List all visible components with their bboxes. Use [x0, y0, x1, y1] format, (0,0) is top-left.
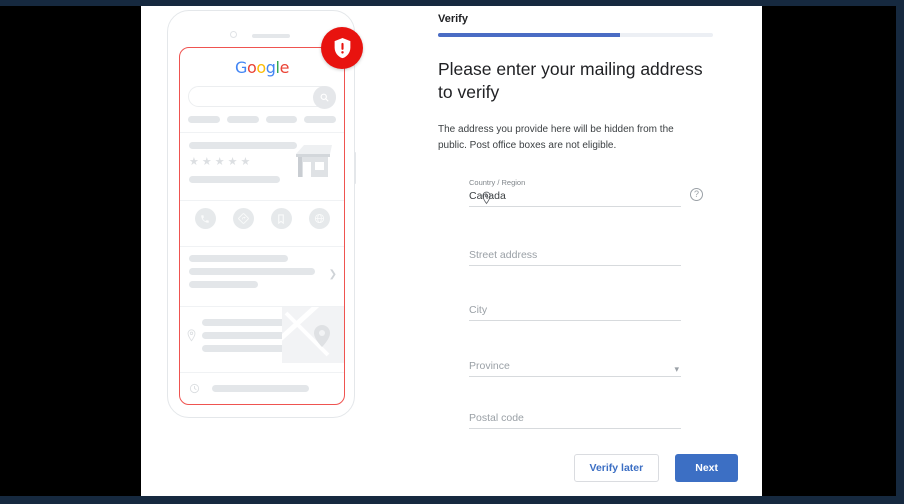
verify-later-button[interactable]: Verify later — [573, 454, 660, 482]
field-underline — [469, 428, 681, 429]
field-postal-code[interactable]: Postal code — [469, 412, 681, 429]
mock-subtitle-bar — [189, 176, 280, 183]
logo-letter-g1: G — [234, 58, 247, 77]
star-icon: ★ — [201, 156, 212, 168]
star-icon: ★ — [214, 156, 225, 168]
phone-volume-button — [354, 152, 356, 184]
mock-chip — [188, 116, 220, 123]
phone-speaker-slot — [252, 34, 290, 38]
form-action-buttons: Verify later Next — [573, 454, 738, 482]
mock-chip — [265, 116, 298, 123]
tab-verify[interactable]: Verify — [438, 13, 468, 25]
mock-chip — [304, 116, 336, 123]
mock-line — [189, 268, 315, 275]
location-pin-icon — [481, 191, 492, 210]
field-label-country-region: Country / Region — [469, 178, 526, 187]
storefront-icon — [290, 139, 336, 179]
field-underline — [469, 265, 681, 266]
star-icon: ★ — [189, 156, 199, 168]
logo-letter-o2: o — [256, 58, 266, 77]
field-placeholder-province: Province — [469, 360, 510, 372]
save-icon — [270, 208, 292, 229]
mock-search-bar — [188, 86, 336, 109]
next-button[interactable]: Next — [675, 454, 738, 482]
phone-screen: Google ★ ★ ★ ★ ★ ❯ — [179, 47, 345, 405]
app-canvas: Google ★ ★ ★ ★ ★ ❯ Verify Please enter y… — [141, 6, 762, 496]
field-country-region[interactable]: Country / Region Canada ? — [469, 178, 703, 210]
phone-camera-dot — [230, 31, 237, 38]
field-underline — [469, 206, 681, 207]
logo-letter-o1: o — [246, 58, 257, 77]
mock-action-icon-row — [180, 201, 344, 237]
star-icon: ★ — [227, 156, 238, 168]
phone-icon — [194, 208, 216, 229]
field-placeholder-postal-code: Postal code — [469, 412, 524, 424]
phone-mockup: Google ★ ★ ★ ★ ★ ❯ — [167, 10, 355, 418]
location-pin-icon — [180, 307, 202, 363]
search-icon — [313, 86, 336, 109]
field-underline — [469, 320, 681, 321]
page-description: The address you provide here will be hid… — [438, 124, 674, 151]
google-logo: Google — [180, 58, 344, 77]
field-street-address[interactable]: Street address — [469, 249, 681, 266]
mock-address-row — [180, 307, 344, 363]
logo-letter-e: e — [279, 58, 290, 77]
logo-letter-g2: g — [265, 58, 276, 77]
chevron-right-icon: ❯ — [328, 269, 337, 280]
chevron-down-icon[interactable]: ▾ — [674, 364, 679, 375]
field-underline — [469, 376, 681, 377]
field-placeholder-street-address: Street address — [469, 249, 538, 261]
mock-title-bar — [189, 142, 298, 149]
mock-chip — [226, 116, 259, 123]
mock-line — [212, 385, 309, 392]
field-placeholder-city: City — [469, 304, 488, 316]
mock-line — [189, 281, 258, 288]
shield-alert-icon — [321, 27, 363, 69]
mock-hours-row — [180, 373, 344, 404]
verify-form-pane: Verify Please enter your mailing address… — [433, 6, 762, 496]
field-city[interactable]: City — [469, 304, 681, 321]
page-title: Please enter your mailing address to ver… — [438, 59, 703, 103]
clock-icon — [189, 383, 209, 394]
directions-icon — [232, 208, 254, 229]
field-province[interactable]: Province ▾ — [469, 360, 681, 377]
progress-bar-fill — [438, 33, 620, 37]
mock-business-card: ★ ★ ★ ★ ★ — [180, 133, 344, 191]
mock-line — [189, 255, 289, 262]
mock-map-thumbnail — [282, 307, 344, 363]
field-value-country-region[interactable]: Canada — [469, 190, 681, 206]
mock-chip-row — [188, 116, 336, 123]
website-icon — [308, 208, 330, 229]
mock-detail-card: ❯ — [180, 247, 344, 297]
illustration-pane: Google ★ ★ ★ ★ ★ ❯ — [141, 6, 433, 496]
app-window: Google ★ ★ ★ ★ ★ ❯ Verify Please enter y… — [0, 0, 904, 504]
star-icon: ★ — [240, 156, 251, 168]
help-circle-icon[interactable]: ? — [690, 188, 703, 201]
progress-bar — [438, 33, 713, 37]
